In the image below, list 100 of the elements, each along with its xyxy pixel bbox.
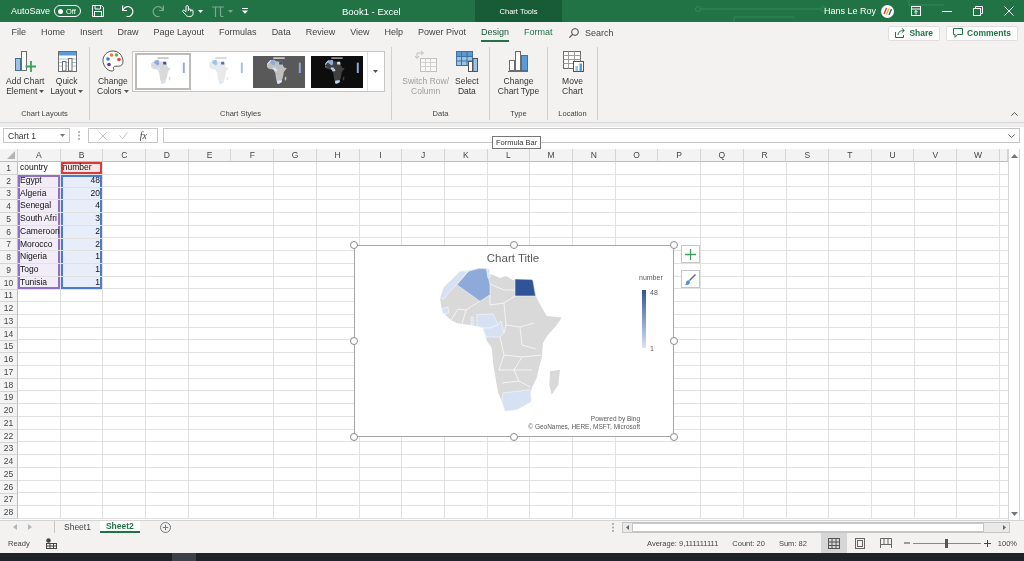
previous-sheet-icon[interactable] (13, 524, 17, 530)
column-header[interactable]: I (359, 149, 403, 162)
row-header[interactable]: 13 (0, 315, 18, 328)
spreadsheet-cell[interactable]: country (18, 162, 61, 175)
ribbon-tab[interactable]: Formulas (219, 22, 257, 42)
undo-button[interactable] (122, 5, 135, 17)
column-header[interactable]: N (572, 149, 616, 162)
scroll-right-icon[interactable] (1003, 524, 1006, 530)
resize-handle[interactable] (510, 241, 518, 249)
horizontal-scrollbar[interactable] (622, 521, 1010, 533)
ribbon-tab[interactable]: Insert (80, 22, 103, 42)
resize-handle[interactable] (510, 433, 518, 441)
collapse-ribbon-icon[interactable] (1011, 112, 1018, 116)
chart-styles-button[interactable] (681, 270, 700, 288)
column-header[interactable]: V (914, 149, 958, 162)
ribbon-tab[interactable]: File (11, 22, 26, 42)
ribbon-tab[interactable]: Design (481, 22, 510, 42)
search-icon[interactable] (569, 28, 580, 38)
spreadsheet-cell[interactable]: Togo (18, 264, 61, 277)
restore-icon[interactable] (972, 6, 983, 16)
chart-style-option[interactable] (308, 53, 365, 90)
resize-handle[interactable] (670, 337, 678, 345)
column-header[interactable]: G (274, 149, 317, 162)
column-header[interactable]: O (615, 149, 659, 162)
name-box[interactable]: Chart 1 (3, 128, 70, 143)
column-header[interactable]: D (146, 149, 189, 162)
expand-caret-icon[interactable] (1008, 133, 1015, 138)
row-header[interactable]: 1 (0, 162, 18, 175)
ribbon-tab[interactable]: View (350, 22, 370, 42)
sheet-tab[interactable]: Sheet1 (58, 521, 97, 533)
column-header[interactable]: M (530, 149, 573, 162)
zoom-slider-thumb[interactable] (945, 538, 949, 548)
save-button[interactable] (92, 5, 105, 17)
sheet-tab[interactable]: Sheet2 (99, 521, 140, 533)
scrollbar-thumb[interactable] (632, 522, 984, 532)
minus-icon[interactable] (903, 542, 910, 544)
resize-handle[interactable] (350, 337, 358, 345)
spreadsheet-cell[interactable]: 1 (60, 264, 104, 277)
scroll-up-icon[interactable] (1010, 154, 1018, 158)
vertical-scrollbar[interactable] (1008, 149, 1020, 520)
resize-handle[interactable] (670, 241, 678, 249)
share-button[interactable]: Share (888, 25, 941, 41)
ribbon-tab[interactable]: Home (41, 22, 66, 42)
scroll-left-icon[interactable] (626, 524, 629, 530)
ribbon-tab[interactable]: Power Pivot (418, 22, 467, 42)
avatar-icon[interactable] (881, 4, 894, 18)
move-chart-button[interactable]: Move Chart (558, 47, 587, 96)
normal-view-button[interactable] (820, 533, 847, 553)
chart-style-option[interactable] (250, 53, 307, 90)
scroll-down-icon[interactable] (1010, 512, 1018, 516)
row-header[interactable]: 4 (0, 200, 18, 213)
ribbon-tab[interactable]: Page Layout (153, 22, 205, 42)
column-header[interactable]: P (658, 149, 701, 162)
formula-input[interactable] (163, 128, 1020, 143)
chart-elements-button[interactable] (681, 245, 700, 263)
country-region[interactable] (514, 278, 536, 297)
spreadsheet-cell[interactable]: 4 (60, 200, 104, 213)
ribbon-tab[interactable]: Help (384, 22, 404, 42)
row-header[interactable]: 28 (0, 506, 18, 519)
spreadsheet-cell[interactable]: 3 (60, 213, 104, 226)
row-header[interactable]: 9 (0, 264, 18, 277)
change-chart-type-button[interactable]: Change Chart Type (494, 47, 543, 96)
row-header[interactable]: 5 (0, 213, 18, 226)
resize-handle[interactable] (670, 433, 678, 441)
column-header[interactable]: K (444, 149, 488, 162)
spreadsheet-cell[interactable]: number (60, 162, 104, 175)
row-header[interactable]: 12 (0, 302, 18, 315)
row-header[interactable]: 8 (0, 251, 18, 264)
plus-circle-icon[interactable] (159, 521, 171, 533)
ribbon-display-icon[interactable] (910, 6, 921, 16)
search-field[interactable]: Search (585, 28, 632, 38)
ribbon-tab[interactable]: Review (305, 22, 336, 42)
select-all-button[interactable] (0, 149, 18, 162)
resize-handle[interactable] (350, 433, 358, 441)
plus-icon[interactable] (983, 539, 991, 547)
resize-handle[interactable] (350, 241, 358, 249)
column-header[interactable]: S (786, 149, 830, 162)
row-header[interactable]: 20 (0, 404, 18, 417)
column-header[interactable]: F (231, 149, 275, 162)
ribbon-tab[interactable]: Data (271, 22, 291, 42)
spreadsheet-cell[interactable]: 1 (60, 251, 104, 264)
macro-record-icon[interactable] (45, 537, 57, 549)
column-header[interactable]: L (487, 149, 531, 162)
column-header[interactable]: R (743, 149, 787, 162)
customize-toolbar-button[interactable] (242, 8, 249, 14)
ribbon-tab[interactable]: Draw (117, 22, 139, 42)
insert-function-button[interactable]: fx (139, 129, 147, 142)
column-header[interactable]: E (188, 149, 232, 162)
column-header[interactable]: W (957, 149, 1000, 162)
column-header[interactable]: B (60, 149, 104, 162)
spreadsheet-cell[interactable]: Senegal (18, 200, 61, 213)
column-header[interactable]: C (103, 149, 147, 162)
column-header[interactable]: A (18, 149, 61, 162)
ribbon-tab[interactable]: Format (524, 22, 553, 42)
column-header[interactable]: T (829, 149, 872, 162)
row-header[interactable]: 24 (0, 455, 18, 468)
change-colors-button[interactable]: Change Colors (94, 47, 132, 96)
column-header[interactable]: U (871, 149, 915, 162)
select-data-button[interactable]: Select Data (452, 47, 482, 96)
row-header[interactable]: 25 (0, 468, 18, 481)
